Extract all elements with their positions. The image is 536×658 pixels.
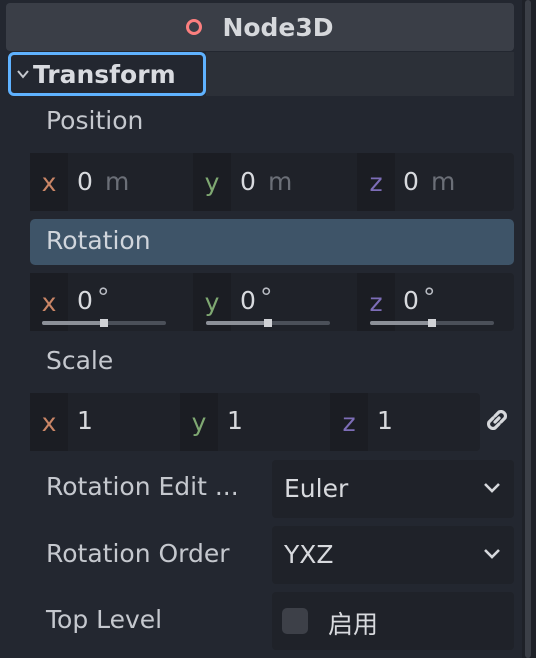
position-y-value[interactable]: 0	[240, 167, 256, 196]
chain-link-icon[interactable]	[482, 405, 512, 435]
chevron-down-icon	[484, 549, 500, 559]
scale-z-axis-label: z	[330, 393, 368, 451]
position-z-axis-label: z	[357, 153, 395, 211]
scale-row	[30, 393, 480, 451]
chevron-down-icon	[484, 483, 500, 493]
top-level-checkbox-label: 启用	[328, 610, 379, 639]
section-title: Transform	[33, 59, 176, 89]
scale-y-value[interactable]: 1	[227, 406, 243, 435]
rotation-label: Rotation	[46, 226, 151, 255]
rotation-x-value[interactable]: 0	[77, 286, 93, 315]
top-level-label: Top Level	[46, 605, 163, 634]
scale-z-value[interactable]: 1	[377, 406, 393, 435]
rotation-order-value: YXZ	[284, 540, 334, 569]
rotation-order-label: Rotation Order	[46, 539, 230, 568]
scale-y-axis-label: y	[180, 393, 218, 451]
position-label: Position	[46, 106, 144, 135]
rotation-z-slider-fill	[370, 321, 432, 325]
position-x-value[interactable]: 0	[77, 167, 93, 196]
position-y-unit: m	[268, 167, 293, 196]
rotation-y-unit: °	[260, 283, 273, 312]
node-header[interactable]: Node3D	[6, 3, 514, 51]
rotation-order-dropdown[interactable]: YXZ	[272, 526, 514, 584]
rotation-z-value[interactable]: 0	[403, 286, 419, 315]
position-x-unit: m	[105, 167, 130, 196]
rotation-x-slider-handle[interactable]	[100, 319, 108, 327]
transform-section-header[interactable]: Transform	[8, 52, 206, 96]
rotation-edit-mode-value: Euler	[284, 474, 349, 503]
rotation-x-unit: °	[97, 283, 110, 312]
vertical-scrollbar[interactable]	[522, 0, 536, 658]
position-z-unit: m	[431, 167, 456, 196]
node-title: Node3D	[222, 12, 334, 42]
top-level-checkbox-field[interactable]: 启用	[272, 592, 514, 650]
scale-label: Scale	[46, 346, 114, 375]
rotation-y-value[interactable]: 0	[240, 286, 256, 315]
inspector-panel: Node3D Transform Position x 0 m y 0 m z …	[0, 0, 522, 658]
rotation-edit-mode-dropdown[interactable]: Euler	[272, 460, 514, 518]
section-header-bg	[206, 52, 514, 96]
rotation-y-slider-fill	[206, 321, 268, 325]
chevron-down-icon	[17, 70, 29, 79]
rotation-edit-mode-label: Rotation Edit ...	[46, 472, 239, 501]
top-level-checkbox[interactable]	[282, 608, 308, 634]
position-x-axis-label: x	[30, 153, 68, 211]
rotation-z-slider-handle[interactable]	[428, 319, 436, 327]
node3d-circle-icon	[186, 19, 203, 35]
scrollbar-thumb[interactable]	[525, 0, 531, 658]
position-y-axis-label: y	[193, 153, 231, 211]
scale-x-axis-label: x	[30, 393, 68, 451]
rotation-x-slider-fill	[42, 321, 104, 325]
scale-x-value[interactable]: 1	[77, 406, 93, 435]
rotation-z-unit: °	[423, 283, 436, 312]
position-z-value[interactable]: 0	[403, 167, 419, 196]
rotation-y-slider-handle[interactable]	[264, 319, 272, 327]
